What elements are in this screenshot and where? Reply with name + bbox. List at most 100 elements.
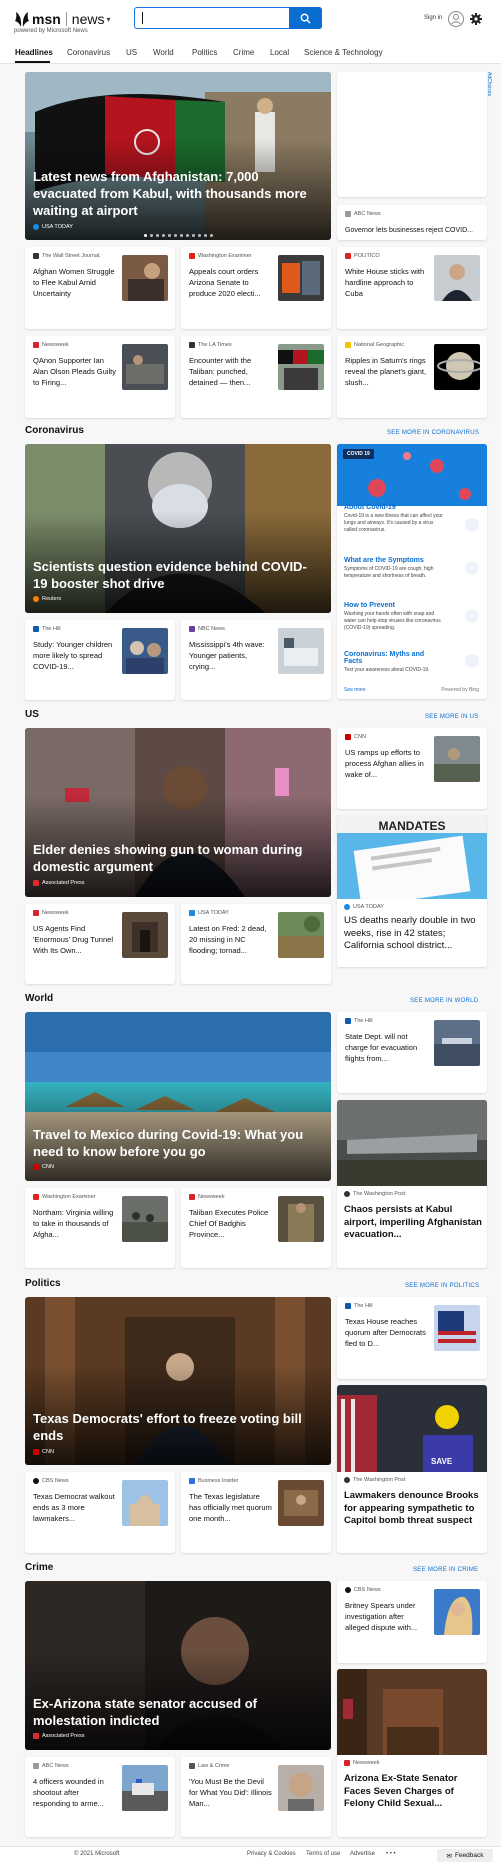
top-hero-card[interactable]: Latest news from Afghanistan: 7,000 evac… [25,72,331,240]
sign-in-link[interactable]: Sign in [424,15,442,21]
card-source-name: POLITICO [354,253,380,259]
see-more-politics-link[interactable]: SEE MORE IN POLITICS [405,1283,479,1289]
news-card-large[interactable]: Newsweek Arizona Ex-State Senator Faces … [337,1669,487,1837]
la-times-icon [189,342,195,348]
cnn-icon [345,734,351,740]
news-card-large[interactable]: SAVE The Washington Post Lawmakers denou… [337,1385,487,1553]
card-source: Newsweek [33,342,69,348]
news-card[interactable]: National Geographic Ripples in Saturn's … [337,336,487,418]
crime-hero-card[interactable]: Ex-Arizona state senator accused of mole… [25,1581,331,1750]
news-card[interactable]: NBC News Mississippi's 4th wave: Younger… [181,620,331,700]
nav-tab-world[interactable]: World [153,48,174,57]
card-source-name: Law & Crime [198,1763,230,1769]
news-card[interactable]: The Wall Street Journal. Afghan Women St… [25,247,175,329]
card-thumbnail [122,912,168,958]
hero-source: CNN [33,1449,54,1455]
news-card[interactable]: The Hill Study: Younger children more li… [25,620,175,700]
feedback-button[interactable]: ✉ Feedback [437,1849,493,1862]
news-card[interactable]: CBS News Britney Spears under investigat… [337,1581,487,1663]
news-card[interactable]: Newsweek QAnon Supporter Ian Alan Olson … [25,336,175,418]
card-source: USA TODAY [344,904,384,910]
gear-icon[interactable] [470,13,482,25]
privacy-cookies-link[interactable]: Privacy & Cookies [247,1851,296,1857]
news-card[interactable]: Newsweek US Agents Find 'Enormous' Drug … [25,904,175,984]
card-source: The Hill [33,626,61,632]
card-headline: Arizona Ex-State Senator Faces Seven Cha… [344,1773,458,1809]
see-more-us-link[interactable]: SEE MORE IN US [425,714,479,720]
world-hero-card[interactable]: Travel to Mexico during Covid-19: What y… [25,1012,331,1181]
news-card-large[interactable]: MANDATES USA TODAY US deaths nearly doub… [337,815,487,967]
news-card[interactable]: Washington Examiner Northam: Virginia wi… [25,1188,175,1268]
nav-tab-science-technology[interactable]: Science & Technology [304,48,383,57]
card-thumbnail [278,1480,324,1526]
news-card[interactable]: Newsweek Taliban Executes Police Chief O… [181,1188,331,1268]
news-card[interactable]: CNN US ramps up efforts to process Afgha… [337,728,487,809]
coronavirus-hero-card[interactable]: Scientists question evidence behind COVI… [25,444,331,613]
covid-myths-item[interactable]: Coronavirus: Myths and Facts Test your aw… [344,651,444,674]
news-card[interactable]: The Hill Texas House reaches quorum afte… [337,1297,487,1379]
usa-today-icon [344,904,350,910]
abc-news-icon [33,1763,39,1769]
covid-tag: COVID 19 [343,449,374,459]
card-headline: White House sticks with hardline approac… [345,267,425,298]
active-tab-indicator [15,61,50,63]
terms-of-use-link[interactable]: Terms of use [306,1851,340,1857]
news-card[interactable]: ABC News Governor lets businesses reject… [337,205,487,240]
law-and-crime-icon [189,1763,195,1769]
news-card[interactable]: Washington Examiner Appeals court orders… [181,247,331,329]
card-source: The LA Times [189,342,232,348]
news-card-large[interactable]: The Washington Post Chaos persists at Ka… [337,1100,487,1268]
see-more-world-link[interactable]: SEE MORE IN WORLD [410,998,478,1004]
avatar-icon[interactable] [448,11,464,27]
cbs-news-icon [33,1478,39,1484]
covid-see-more-link[interactable]: See more [344,687,366,693]
ad-placeholder [337,72,487,197]
news-card[interactable]: USA TODAY Latest on Fred: 2 dead, 20 mis… [181,904,331,984]
news-card[interactable]: CBS News Texas Democrat walkout ends as … [25,1472,175,1553]
nav-tab-us[interactable]: US [126,48,137,57]
nav-tab-politics[interactable]: Politics [192,48,217,57]
card-source-name: CNN [354,734,366,740]
category-nav: Headlines Coronavirus US World Politics … [0,46,501,64]
news-card[interactable]: The Hill State Dept. will not charge for… [337,1012,487,1093]
nav-tab-local[interactable]: Local [270,48,289,57]
card-source: USA TODAY [189,910,229,916]
card-headline: US Agents Find 'Enormous' Drug Tunnel Wi… [33,924,113,955]
nav-tab-headlines[interactable]: Headlines [15,48,53,57]
card-headline: The Texas legislature has officially met… [189,1492,272,1523]
card-source: National Geographic [345,342,404,348]
chevron-down-icon[interactable]: ▾ [106,15,110,24]
card-image [337,1385,487,1472]
nav-tab-crime[interactable]: Crime [233,48,254,57]
ap-icon [33,1733,39,1739]
nav-tab-coronavirus[interactable]: Coronavirus [67,48,110,57]
news-card[interactable]: The LA Times Encounter with the Taliban:… [181,336,331,418]
news-card[interactable]: Business Insider The Texas legislature h… [181,1472,331,1553]
covid-prevent-item[interactable]: How to Prevent Washing your hands often w… [344,602,444,632]
the-hill-icon [345,1303,351,1309]
advertise-link[interactable]: Advertise [350,1851,375,1857]
search-button[interactable] [289,7,322,29]
news-card[interactable]: POLITICO White House sticks with hardlin… [337,247,487,329]
hero-headline: Elder denies showing gun to woman during… [33,842,303,874]
msn-butterfly-icon [15,12,29,27]
see-more-coronavirus-link[interactable]: SEE MORE IN CORONAVIRUS [387,430,479,436]
card-headline: QAnon Supporter Ian Alan Olson Pleads Gu… [33,356,116,387]
more-options-icon[interactable]: • • • [386,1851,396,1857]
hero-headline: Ex-Arizona state senator accused of mole… [33,1696,257,1728]
us-hero-card[interactable]: Elder denies showing gun to woman during… [25,728,331,897]
card-source: The Washington Post [344,1477,405,1483]
politics-hero-card[interactable]: Texas Democrats' effort to freeze voting… [25,1297,331,1465]
card-source-name: The Washington Post [353,1477,406,1483]
the-hill-icon [345,1018,351,1024]
news-card[interactable]: Law & Crime 'You Must Be the Devil for W… [181,1757,331,1837]
ap-icon [33,880,39,886]
section-heading-coronavirus: Coronavirus [25,425,84,436]
see-more-crime-link[interactable]: SEE MORE IN CRIME [413,1567,478,1573]
card-source: The Washington Post [344,1191,405,1197]
card-thumbnail [122,1196,168,1242]
covid-symptoms-item[interactable]: What are the Symptoms Symptoms of COVID-1… [344,557,444,580]
covid-about-item[interactable]: About Covid-19 Covid-19 is a new illness … [344,504,444,534]
news-card[interactable]: ABC News 4 officers wounded in shootout … [25,1757,175,1837]
carousel-dots[interactable] [25,234,331,237]
